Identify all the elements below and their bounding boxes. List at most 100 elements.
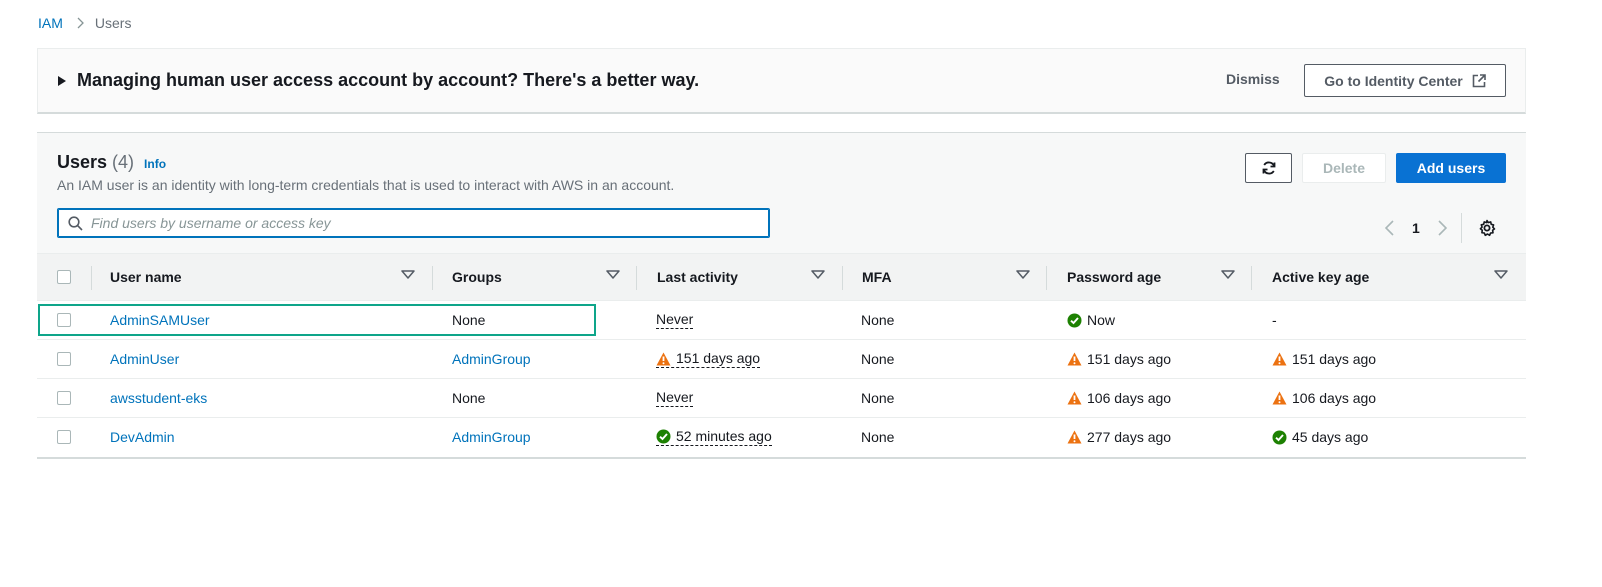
sort-caret-icon[interactable] bbox=[606, 270, 620, 279]
groups-value: None bbox=[452, 312, 486, 328]
column-divider bbox=[1251, 266, 1252, 290]
column-header-last-activity[interactable]: Last activity bbox=[657, 254, 837, 300]
sort-caret-icon[interactable] bbox=[811, 270, 825, 279]
previous-page-icon[interactable] bbox=[1385, 220, 1394, 236]
pagination-divider bbox=[1460, 213, 1462, 243]
search-icon bbox=[68, 215, 83, 231]
column-header-groups[interactable]: Groups bbox=[452, 254, 632, 300]
warning-icon bbox=[1067, 430, 1082, 444]
active-key-age-value: - bbox=[1272, 312, 1277, 328]
groups-link[interactable]: AdminGroup bbox=[452, 429, 531, 445]
warning-icon bbox=[1067, 391, 1082, 405]
refresh-button[interactable] bbox=[1245, 153, 1292, 183]
active-key-age-value: 106 days ago bbox=[1292, 390, 1377, 406]
user-name-link[interactable]: DevAdmin bbox=[110, 429, 175, 445]
sort-caret-icon[interactable] bbox=[1494, 270, 1508, 279]
sort-caret-icon[interactable] bbox=[1016, 270, 1030, 279]
column-label: Groups bbox=[452, 269, 502, 285]
success-check-icon bbox=[656, 429, 671, 444]
last-activity-value: 52 minutes ago bbox=[676, 428, 772, 444]
row-checkbox[interactable] bbox=[57, 313, 71, 327]
column-label: Active key age bbox=[1272, 269, 1370, 285]
chevron-right-icon bbox=[77, 17, 85, 29]
column-header-password-age[interactable]: Password age bbox=[1067, 254, 1247, 300]
pagination: 1 bbox=[1385, 213, 1496, 243]
column-divider bbox=[636, 266, 637, 290]
go-to-identity-center-label: Go to Identity Center bbox=[1324, 72, 1463, 89]
dismiss-button[interactable]: Dismiss bbox=[1226, 71, 1280, 87]
row-select-cell[interactable] bbox=[57, 418, 71, 456]
last-activity-status[interactable]: 52 minutes ago bbox=[656, 428, 772, 446]
column-label: Password age bbox=[1067, 269, 1162, 285]
info-link[interactable]: Info bbox=[144, 157, 166, 171]
active-key-age-value: 151 days ago bbox=[1292, 351, 1377, 367]
search-field[interactable] bbox=[57, 208, 770, 238]
users-panel: Users (4) Info An IAM user is an identit… bbox=[37, 132, 1526, 459]
users-panel-title: Users (4) Info bbox=[57, 152, 166, 173]
column-divider bbox=[432, 266, 433, 290]
groups-link[interactable]: AdminGroup bbox=[452, 351, 531, 367]
column-header-active-key-age[interactable]: Active key age bbox=[1272, 254, 1512, 300]
breadcrumb-current: Users bbox=[94, 15, 132, 31]
identity-center-banner: Managing human user access account by ac… bbox=[37, 48, 1526, 114]
row-select-cell[interactable] bbox=[57, 379, 71, 417]
password-age-value: 106 days ago bbox=[1087, 390, 1172, 406]
users-description: An IAM user is an identity with long-ter… bbox=[57, 177, 675, 193]
table-row[interactable]: AdminUser AdminGroup 151 days ago None 1… bbox=[37, 340, 1526, 379]
success-check-icon bbox=[1067, 313, 1082, 328]
row-checkbox[interactable] bbox=[57, 430, 71, 444]
mfa-value: None bbox=[861, 351, 895, 367]
refresh-icon bbox=[1261, 160, 1277, 176]
add-users-button[interactable]: Add users bbox=[1396, 153, 1506, 183]
warning-icon bbox=[1272, 352, 1287, 366]
mfa-value: None bbox=[861, 429, 895, 445]
column-label: Last activity bbox=[657, 269, 738, 285]
column-header-mfa[interactable]: MFA bbox=[862, 254, 1042, 300]
row-checkbox[interactable] bbox=[57, 391, 71, 405]
column-label: User name bbox=[110, 269, 182, 285]
next-page-icon[interactable] bbox=[1438, 220, 1447, 236]
table-row[interactable]: AdminSAMUser None Never None Now - bbox=[37, 301, 1526, 340]
column-divider bbox=[842, 266, 843, 290]
mfa-value: None bbox=[861, 312, 895, 328]
active-key-age-value: 45 days ago bbox=[1292, 429, 1369, 445]
warning-icon bbox=[656, 352, 671, 366]
breadcrumb-iam-link[interactable]: IAM bbox=[38, 15, 63, 31]
warning-icon bbox=[1272, 391, 1287, 405]
user-name-link[interactable]: AdminUser bbox=[110, 351, 179, 367]
go-to-identity-center-button[interactable]: Go to Identity Center bbox=[1304, 64, 1506, 97]
sort-caret-icon[interactable] bbox=[401, 270, 415, 279]
breadcrumb: IAM Users bbox=[38, 15, 131, 31]
sort-caret-icon[interactable] bbox=[1221, 270, 1235, 279]
delete-button[interactable]: Delete bbox=[1302, 153, 1386, 183]
column-label: MFA bbox=[862, 269, 892, 285]
last-activity-value[interactable]: Never bbox=[656, 389, 694, 407]
row-checkbox[interactable] bbox=[57, 352, 71, 366]
select-all-checkbox[interactable] bbox=[57, 270, 71, 284]
row-select-cell[interactable] bbox=[57, 340, 71, 378]
last-activity-value: 151 days ago bbox=[676, 350, 761, 366]
external-link-icon bbox=[1472, 73, 1486, 88]
search-input[interactable] bbox=[91, 215, 731, 231]
password-age-value: 277 days ago bbox=[1087, 429, 1172, 445]
caret-right-icon[interactable] bbox=[58, 75, 66, 86]
gear-icon[interactable] bbox=[1478, 219, 1496, 237]
groups-value: None bbox=[452, 390, 486, 406]
banner-title[interactable]: Managing human user access account by ac… bbox=[77, 70, 699, 91]
user-name-link[interactable]: awsstudent-eks bbox=[110, 390, 207, 406]
warning-icon bbox=[1067, 352, 1082, 366]
users-title: Users bbox=[57, 152, 108, 172]
page-number[interactable]: 1 bbox=[1412, 220, 1420, 236]
column-divider bbox=[1046, 266, 1047, 290]
last-activity-value[interactable]: Never bbox=[656, 311, 694, 329]
column-header-user-name[interactable]: User name bbox=[110, 254, 416, 300]
column-divider bbox=[91, 266, 92, 290]
select-all-cell[interactable] bbox=[57, 254, 71, 300]
table-row[interactable]: DevAdmin AdminGroup 52 minutes ago None … bbox=[37, 418, 1526, 457]
last-activity-status[interactable]: 151 days ago bbox=[656, 350, 761, 368]
user-name-link[interactable]: AdminSAMUser bbox=[110, 312, 210, 328]
row-select-cell[interactable] bbox=[57, 301, 71, 339]
table-row[interactable]: awsstudent-eks None Never None 106 days … bbox=[37, 379, 1526, 418]
users-count: (4) bbox=[112, 152, 135, 172]
users-panel-header: Users (4) Info An IAM user is an identit… bbox=[37, 133, 1526, 253]
